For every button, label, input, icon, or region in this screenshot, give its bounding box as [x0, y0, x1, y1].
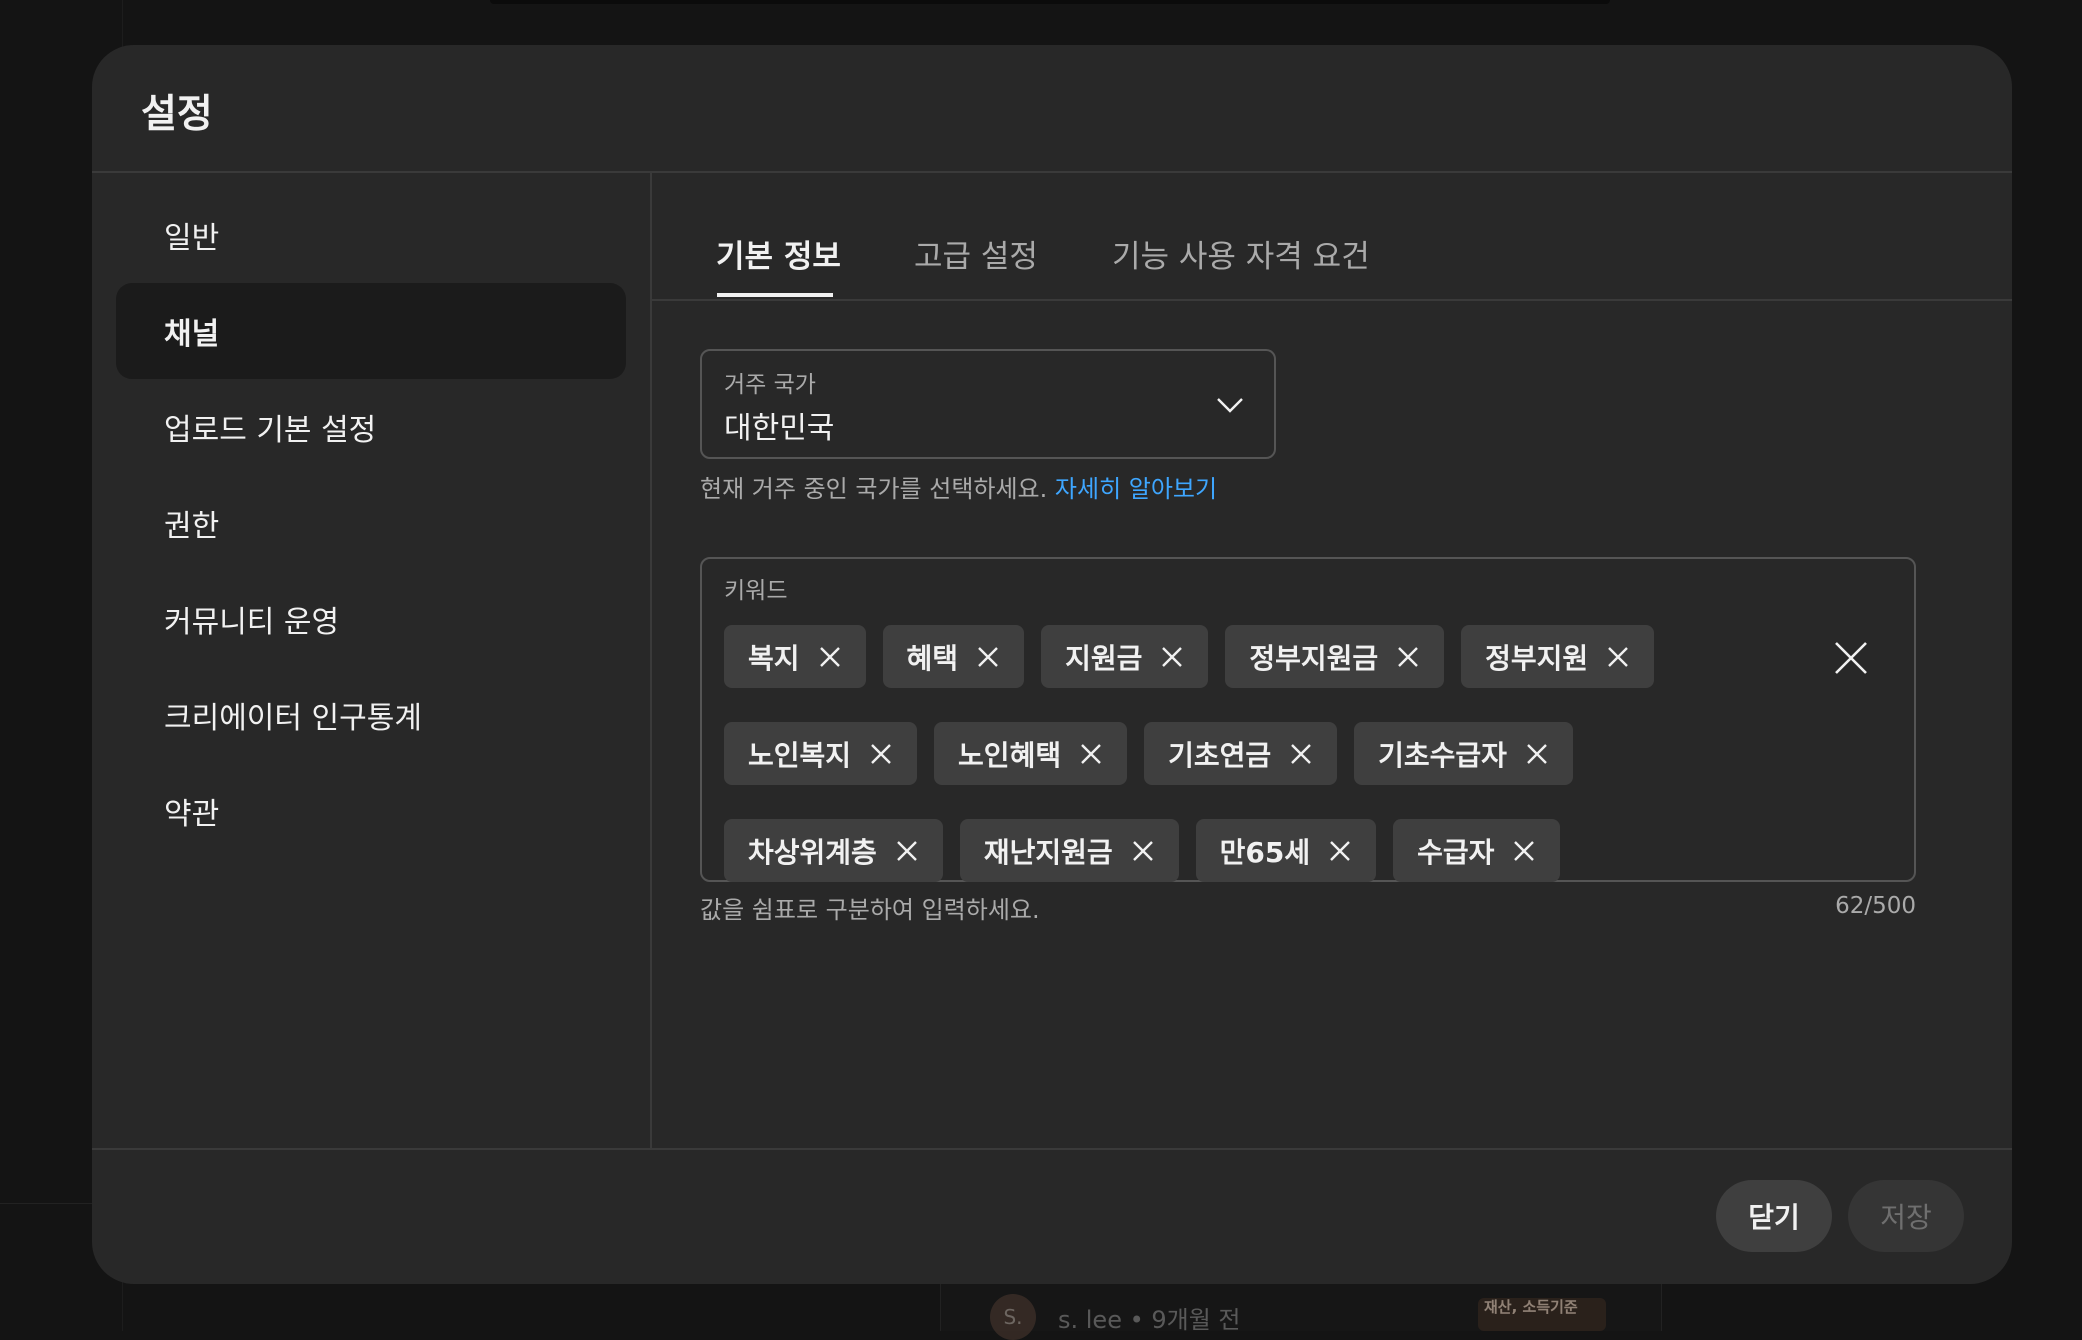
- sidebar-item-terms[interactable]: 약관: [116, 763, 626, 859]
- keyword-chip: 복지: [724, 625, 866, 688]
- remove-keyword-icon[interactable]: [1077, 740, 1105, 768]
- dialog-title: 설정: [141, 92, 213, 137]
- sidebar-item-label: 채널: [164, 317, 220, 352]
- header-divider: [92, 171, 2012, 173]
- keyword-chip: 수급자: [1393, 819, 1561, 882]
- keyword-chip-label: 기초수급자: [1378, 738, 1507, 772]
- keyword-chip: 만65세: [1195, 819, 1377, 882]
- keywords-help: 값을 쉼표로 구분하여 입력하세요.: [700, 896, 1040, 924]
- keyword-chip-label: 기초연금: [1168, 738, 1272, 772]
- sidebar-item-label: 업로드 기본 설정: [164, 413, 377, 448]
- sidebar-item-upload-defaults[interactable]: 업로드 기본 설정: [116, 379, 626, 475]
- keyword-chip-label: 정부지원금: [1249, 641, 1379, 675]
- remove-keyword-icon[interactable]: [1394, 643, 1422, 671]
- keyword-chip: 노인혜택: [934, 722, 1128, 785]
- keyword-chip-label: 재난지원금: [983, 835, 1113, 869]
- sidebar-item-label: 커뮤니티 운영: [164, 605, 340, 640]
- keyword-chip-label: 노인복지: [748, 738, 852, 772]
- keyword-chip: 차상위계층: [724, 819, 943, 882]
- learn-more-link[interactable]: 자세히 알아보기: [1055, 475, 1217, 503]
- remove-keyword-icon[interactable]: [1523, 740, 1551, 768]
- keyword-chip: 노인복지: [724, 722, 918, 785]
- keyword-chip-label: 노인혜택: [958, 738, 1062, 772]
- keyword-chip: 정부지원: [1461, 625, 1655, 688]
- remove-keyword-icon[interactable]: [1604, 643, 1632, 671]
- remove-keyword-icon[interactable]: [1129, 837, 1157, 865]
- thumbnail-text: 재산, 소득기준: [1484, 1298, 1578, 1316]
- country-help-text: 현재 거주 중인 국가를 선택하세요.: [700, 475, 1048, 503]
- background-header-bar: [490, 0, 1610, 4]
- footer-divider: [92, 1148, 2012, 1150]
- keyword-chip-label: 차상위계층: [748, 835, 877, 869]
- keyword-chip: 정부지원금: [1225, 625, 1445, 688]
- background-thumbnail: 재산, 소득기준: [1478, 1298, 1606, 1331]
- close-button[interactable]: 닫기: [1716, 1180, 1832, 1252]
- settings-sidebar: 일반 채널 업로드 기본 설정 권한 커뮤니티 운영 크리에이터 인구통계 약관: [116, 187, 626, 859]
- keyword-chip: 재난지원금: [959, 819, 1179, 882]
- country-select-value: 대한민국: [724, 411, 835, 446]
- sidebar-item-label: 크리에이터 인구통계: [164, 701, 422, 736]
- remove-keyword-icon[interactable]: [867, 740, 895, 768]
- remove-keyword-icon[interactable]: [893, 837, 921, 865]
- avatar: S.: [990, 1294, 1036, 1340]
- keywords-counter: 62/500: [1835, 893, 1916, 919]
- keywords-field[interactable]: 키워드 복지 혜택 지원금 정부지원금 정부지원노인복지 노인혜택 기초연금 기초수급자차상위…: [700, 557, 1916, 882]
- chevron-down-icon: [1217, 398, 1243, 413]
- sidebar-item-channel[interactable]: 채널: [116, 283, 626, 379]
- country-help: 현재 거주 중인 국가를 선택하세요. 자세히 알아보기: [700, 469, 1217, 504]
- active-tab-indicator: [717, 293, 833, 297]
- clear-all-keywords-icon[interactable]: [1832, 639, 1870, 677]
- keyword-chip-label: 만65세: [1219, 835, 1311, 869]
- sidebar-item-label: 일반: [164, 221, 220, 256]
- remove-keyword-icon[interactable]: [1287, 740, 1315, 768]
- sidebar-item-label: 권한: [164, 509, 220, 544]
- remove-keyword-icon[interactable]: [816, 643, 844, 671]
- background-divider-horizontal: [0, 1203, 92, 1204]
- comment-meta: s. lee • 9개월 전: [1058, 1305, 1241, 1334]
- sidebar-item-demographics[interactable]: 크리에이터 인구통계: [116, 667, 626, 763]
- keyword-chip-list: 복지 혜택 지원금 정부지원금 정부지원노인복지 노인혜택 기초연금 기초수급자차상위계층 재난…: [724, 625, 1784, 882]
- country-select-label: 거주 국가: [724, 372, 816, 398]
- sidebar-item-community[interactable]: 커뮤니티 운영: [116, 571, 626, 667]
- remove-keyword-icon[interactable]: [1326, 837, 1354, 865]
- keyword-chip: 기초수급자: [1354, 722, 1573, 785]
- remove-keyword-icon[interactable]: [1510, 837, 1538, 865]
- tab-advanced-settings[interactable]: 고급 설정: [914, 231, 1038, 304]
- keywords-label: 키워드: [724, 578, 788, 604]
- sidebar-item-label: 약관: [164, 797, 220, 832]
- keyword-chip: 혜택: [882, 625, 1025, 688]
- keyword-chip-label: 혜택: [906, 641, 959, 675]
- sidebar-item-permissions[interactable]: 권한: [116, 475, 626, 571]
- remove-keyword-icon[interactable]: [1158, 643, 1186, 671]
- keyword-chip: 기초연금: [1144, 722, 1338, 785]
- keyword-chip: 지원금: [1041, 625, 1209, 688]
- country-select[interactable]: 거주 국가 대한민국: [700, 349, 1276, 459]
- sidebar-divider: [650, 172, 652, 1149]
- remove-keyword-icon[interactable]: [974, 643, 1002, 671]
- tab-feature-eligibility[interactable]: 기능 사용 자격 요건: [1112, 231, 1370, 304]
- keyword-chip-label: 수급자: [1417, 835, 1495, 869]
- keyword-chip-label: 복지: [748, 641, 800, 675]
- tabs-divider: [652, 299, 2012, 301]
- settings-dialog: 설정 일반 채널 업로드 기본 설정 권한 커뮤니티 운영 크리에이터 인구통계…: [92, 45, 2012, 1284]
- keyword-chip-label: 정부지원: [1485, 641, 1589, 675]
- sidebar-item-general[interactable]: 일반: [116, 187, 626, 283]
- keyword-chip-label: 지원금: [1065, 641, 1143, 675]
- background-comment: S. s. lee • 9개월 전: [990, 1294, 1241, 1340]
- save-button[interactable]: 저장: [1848, 1180, 1964, 1252]
